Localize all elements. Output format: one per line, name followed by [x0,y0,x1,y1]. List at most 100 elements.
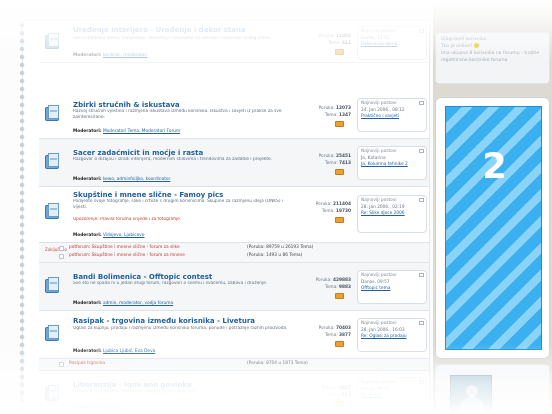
last-post-link[interactable]: Re: Slike djece 2006 [361,211,405,216]
rss-icon[interactable] [335,121,344,127]
moderator-links[interactable]: Moderatori Tema, Moderatori Forum [103,129,180,134]
last-post-box: Najnoviji postovi 24. Jan 2006., 08:12 Pra… [357,98,427,132]
jump-to-post-icon[interactable] [419,321,424,325]
forum-moderators: Moderatori: admin, moderator, vodja foru… [73,301,174,306]
subforum-item[interactable]: Rasipak trgovina [69,361,105,368]
subforum-item[interactable]: potforum: Skupštine i mnene slične - for… [69,245,180,252]
forum-title-link[interactable]: Sacer zadaćmicit in moćje i rasta [73,149,203,157]
subforum-meta: (Poruka: 8704 u 1873 Tema) [247,361,308,366]
forum-stats: Poruka: 11002 Tema: 612 [318,34,351,46]
last-post-box: Najnoviji postovi Danas, 09:57 Offtopic te… [357,270,427,304]
subforum-item[interactable]: potforum: Skupštine i mnene slične - for… [69,253,185,260]
online-subheading: Tko je online? [441,43,544,50]
forum-row: Liberanzija - Iqov ano govinka Razgovor … [39,371,429,414]
forum-stats: Poruka: 429883 Tema: 9883 [315,278,351,290]
forum-moderators: Moderatori: Vidojevo, Ljubicevo [73,233,145,238]
subforum-meta: (Poruka: 89759 u 26193 Tema) [247,245,314,250]
forum-row: Bandi Bolimenica - Offtopic contest Sve … [39,263,429,311]
rss-icon[interactable] [335,341,344,347]
jump-to-post-icon[interactable] [419,29,424,33]
moderator-links[interactable]: kewo, adminfoiljko, koordinator [103,177,170,182]
avatar-head [466,385,478,398]
forum-title-link[interactable]: Liberanzija - Iqov ano govinka [73,381,192,389]
forum-row: Rasipak - trgovina između korisnika - Li… [39,311,429,359]
forum-moderators: Moderatori: kewo, adminfoiljko, koordina… [73,177,171,182]
online-users-box: Ulogiranih korisnika Tko je online? Ima … [435,32,550,84]
subforum-icon [59,246,64,251]
forum-description: Sve o uređenju doma, namještaju, dekorac… [73,36,272,41]
ad-number: 2 [482,147,507,187]
forum-description: Sve što ne spada ni u jedan drugi forum,… [73,281,268,286]
rss-icon[interactable] [335,169,344,175]
forum-folder-icon [45,277,61,295]
subforum-list: Rasipak trgovina (Poruka: 8704 u 1873 Te… [39,359,429,371]
forum-folder-icon [45,153,61,171]
jump-to-post-icon[interactable] [419,149,424,153]
forum-row: Sacer zadaćmicit in moćje i rasta Razgov… [39,139,429,187]
forum-row: Uređenje interijera - Uređenje i dekor s… [39,21,429,63]
subforum-icon [59,362,64,367]
ad-banner[interactable]: 2 [445,106,542,350]
last-post-link[interactable]: Dekoracija doma [361,42,397,47]
rss-icon[interactable] [335,217,344,223]
right-sidebar: Ulogiranih korisnika Tko je online? Ima … [433,0,552,414]
jump-to-post-icon[interactable] [419,198,424,202]
forum-title-link[interactable]: Zbirki stručnih & iskustava [73,101,180,109]
last-post-box: Najnoviji postovi Danas, 08:40 Re: Knjige [357,377,427,411]
moderator-links[interactable]: korisnici, moderatori [103,53,147,58]
subforum-icon [59,254,64,259]
moderator-links[interactable]: admin, moderator, vodja foruma [103,301,173,306]
last-post-link[interactable]: Praktično i savjeti [361,114,399,119]
online-text: Ima ukupno 8 korisnika na forumu - traži… [441,51,540,56]
forum-folder-icon [45,33,61,51]
last-post-link[interactable]: Ja, Kolumna tehnike 2 [361,162,408,167]
ad-frame: 2 [435,97,550,359]
jump-to-post-icon[interactable] [419,273,424,277]
forum-description: Razgovor o dizajnu i izradi interijera, … [73,157,273,162]
rss-icon[interactable] [335,401,344,407]
moderator-links[interactable]: Bibliotekar [103,405,126,410]
forum-title-link[interactable]: Skupštine i mnene slične - Famoy pics [73,191,223,199]
rss-icon[interactable] [335,293,344,299]
forum-folder-icon [45,105,61,123]
forum-stats: Poruka: 211404 Tema: 19730 [315,202,351,214]
forum-title-link[interactable]: Bandi Bolimenica - Offtopic contest [73,273,212,281]
moderator-links[interactable]: Vidojevo, Ljubicevo [103,233,145,238]
online-heading: Ulogiranih korisnika [441,37,487,42]
forum-moderators: Moderatori: Bibliotekar [73,405,126,410]
forum-row: Skupštine i mnene slične - Famoy pics Po… [39,187,429,243]
forum-stats: Poruka: 12073 Tema: 1347 [318,106,351,118]
last-post-box: Najnoviji postovi Danas, 11:02 Dekoracija … [357,26,427,60]
forum-row: Zbirki stručnih & iskustava Razvoj struč… [39,91,429,139]
forum-moderators: Moderatori: korisnici, moderatori [73,53,148,58]
jump-to-post-icon[interactable] [419,380,424,384]
avatar[interactable] [450,375,492,412]
forum-title-link[interactable]: Rasipak - trgovina između korisnika - Li… [73,317,255,325]
subforum-meta: (Poruka: 1493 u 86 Tema) [247,253,303,258]
smiley-icon [474,43,480,48]
forum-list: Uređenje interijera - Uređenje i dekor s… [16,20,430,414]
forum-description: Razvoj stručnih vještina i razmjena isku… [73,109,282,120]
forum-title-link[interactable]: Uređenje interijera - Uređenje i dekor s… [73,26,246,34]
spiral-binding [16,21,32,411]
online-link[interactable]: registrirane korisnike foruma [441,57,544,64]
last-post-box: Najnoviji postovi Ja, Katarina Ja, Kolumna… [357,146,427,180]
user-box [435,364,550,412]
avatar-body [460,398,484,412]
forum-stats: Poruka: 25451 Tema: 7413 [318,154,351,166]
last-post-box: Najnoviji postovi 28. Jan 2006., 02:19 Re:… [357,195,427,233]
forum-stats: Poruka: 70403 Tema: 3877 [318,326,351,338]
forum-moderators: Moderatori: Ljubica Ljubić, Eva Deva [73,349,156,354]
jump-to-post-icon[interactable] [419,101,424,105]
forum-moderators: Moderatori: Moderatori Tema, Moderatori … [73,129,181,134]
forum-page: Uređenje interijera - Uređenje i dekor s… [0,0,552,414]
rss-icon[interactable] [335,49,344,55]
forum-warning: Upozorenje: Pravila foruma vrijede i za … [73,217,182,222]
last-post-box: Najnoviji postovi 28. Jan 2006., 16:03 Re:… [357,318,427,352]
last-post-link[interactable]: Re: Oglasi za prodaju [361,334,407,339]
forum-folder-icon [45,203,61,221]
last-post-link[interactable]: Offtopic tema [361,286,390,291]
last-post-link[interactable]: Re: Knjige [361,393,383,398]
forum-stats: Poruka: 6821 Tema: 513 [321,386,351,398]
moderator-links[interactable]: Ljubica Ljubić, Eva Deva [103,349,155,354]
